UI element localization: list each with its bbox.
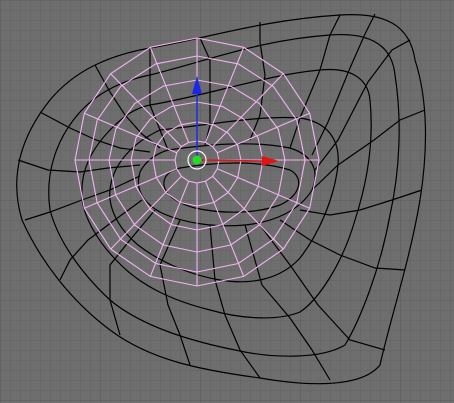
3d-viewport[interactable] [0,0,454,403]
x-axis-line [196,159,263,162]
viewport-canvas[interactable] [0,0,454,403]
object-origin-icon[interactable] [192,155,202,165]
